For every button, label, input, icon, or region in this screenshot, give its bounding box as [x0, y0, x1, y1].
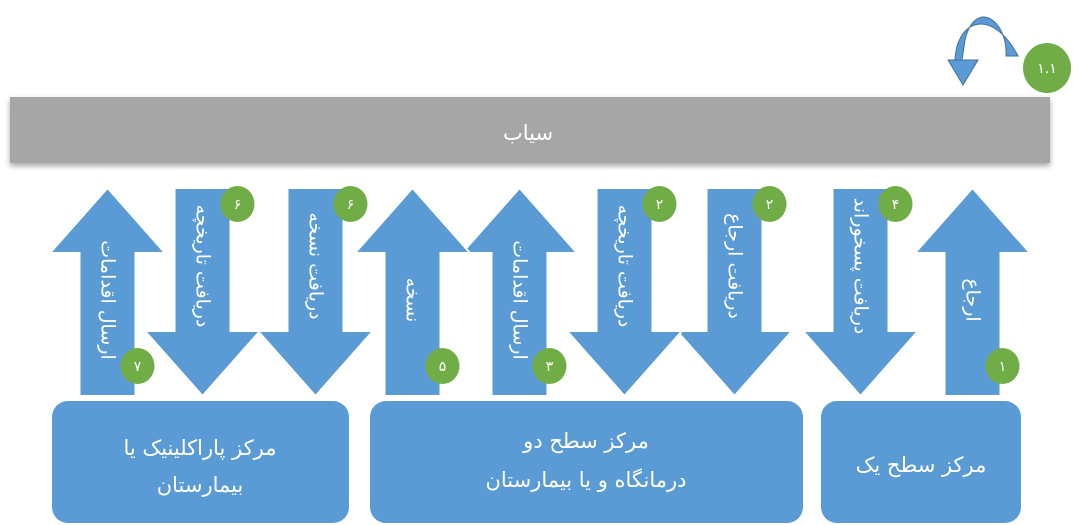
box-level1-line1: مرکز سطح یک [856, 453, 987, 477]
step-badge-text: ۱ [999, 359, 1007, 375]
step-badge-text: ۴ [892, 197, 900, 213]
arrow-label: ارسال اقدامات [97, 240, 119, 359]
arrow-up-6: نسخه ۵ [352, 186, 473, 397]
box-level2-line1: مرکز سطح دو [522, 429, 649, 453]
step-badge-text: ۳ [546, 359, 554, 375]
arrow-up-9: ارسال اقدامات ۷ [47, 186, 168, 397]
box-level2-line2: درمانگاه و یا بیمارستان [485, 468, 686, 492]
box-level2: مرکز سطح دو درمانگاه و یا بیمارستان [370, 401, 803, 523]
arrow-down-8: دریافت تاریخچه ۶ [142, 186, 263, 398]
step-badge: ۶ [333, 186, 368, 222]
step-badge: ۶ [220, 186, 255, 222]
arrow-down-3: دریافت ارجاع ۲ [674, 186, 795, 398]
arrow-label: دریافت پسخوراند [850, 198, 872, 335]
box-para: مرکز پاراکلینیک یا بیمارستان [52, 401, 349, 523]
arrow-label: دریافت تاریخچه [192, 205, 214, 328]
step-badge: ۲ [752, 186, 787, 222]
step-badge-text: ۲ [766, 197, 774, 213]
step-badge: ۳ [532, 348, 567, 384]
arrow-up-1: ارجاع ۱ [912, 186, 1033, 397]
arrow-down-2: دریافت پسخوراند ۴ [800, 186, 921, 398]
step-badge-text: ۲ [656, 197, 664, 213]
step-badge-text: ۶ [234, 197, 242, 213]
box-para-line2: بیمارستان [157, 473, 244, 497]
step-badge: ۴ [878, 186, 913, 222]
arrow-label: نسخه [402, 278, 424, 323]
arrows-group: ارجاع۱دریافت پسخوراند ۴دریافت ارجاع۲دریاف… [47, 186, 1033, 398]
flow-diagram: ۱.۱ سیاب ارجاع ۱ دریافت پسخوراند ۴ دریافت ار… [10, 16, 1071, 523]
arrow-label: دریافت تاریخچه [614, 205, 636, 328]
arrow-label: ارجاع [962, 278, 984, 321]
arrow-up-5: ارسال اقدامات ۳ [459, 186, 580, 397]
step-badge-text: ۶ [347, 197, 355, 213]
step-badge-text: ۵ [439, 359, 447, 375]
arrow-down-7: دریافت نسخه ۶ [255, 186, 376, 398]
cloud-bar-label: سیاب [503, 121, 553, 145]
loop-badge: ۱.۱ [1023, 43, 1071, 93]
step-badge: ۵ [425, 348, 460, 384]
step-badge-text: ۷ [134, 359, 142, 375]
box-level1: مرکز سطح یک [821, 401, 1021, 523]
step-badge: ۷ [120, 348, 155, 384]
arrow-label: دریافت ارجاع [724, 213, 746, 319]
loop-badge-text: ۱.۱ [1037, 61, 1057, 77]
arrow-label: ارسال اقدامات [509, 240, 531, 359]
box-para-line1: مرکز پاراکلینیک یا [124, 436, 277, 460]
loop-arrow-icon [947, 16, 1019, 86]
step-badge: ۲ [642, 186, 677, 222]
arrow-label: دریافت نسخه [305, 212, 327, 319]
step-badge: ۱ [985, 348, 1020, 384]
arrow-down-4: دریافت تاریخچه ۲ [564, 186, 685, 398]
